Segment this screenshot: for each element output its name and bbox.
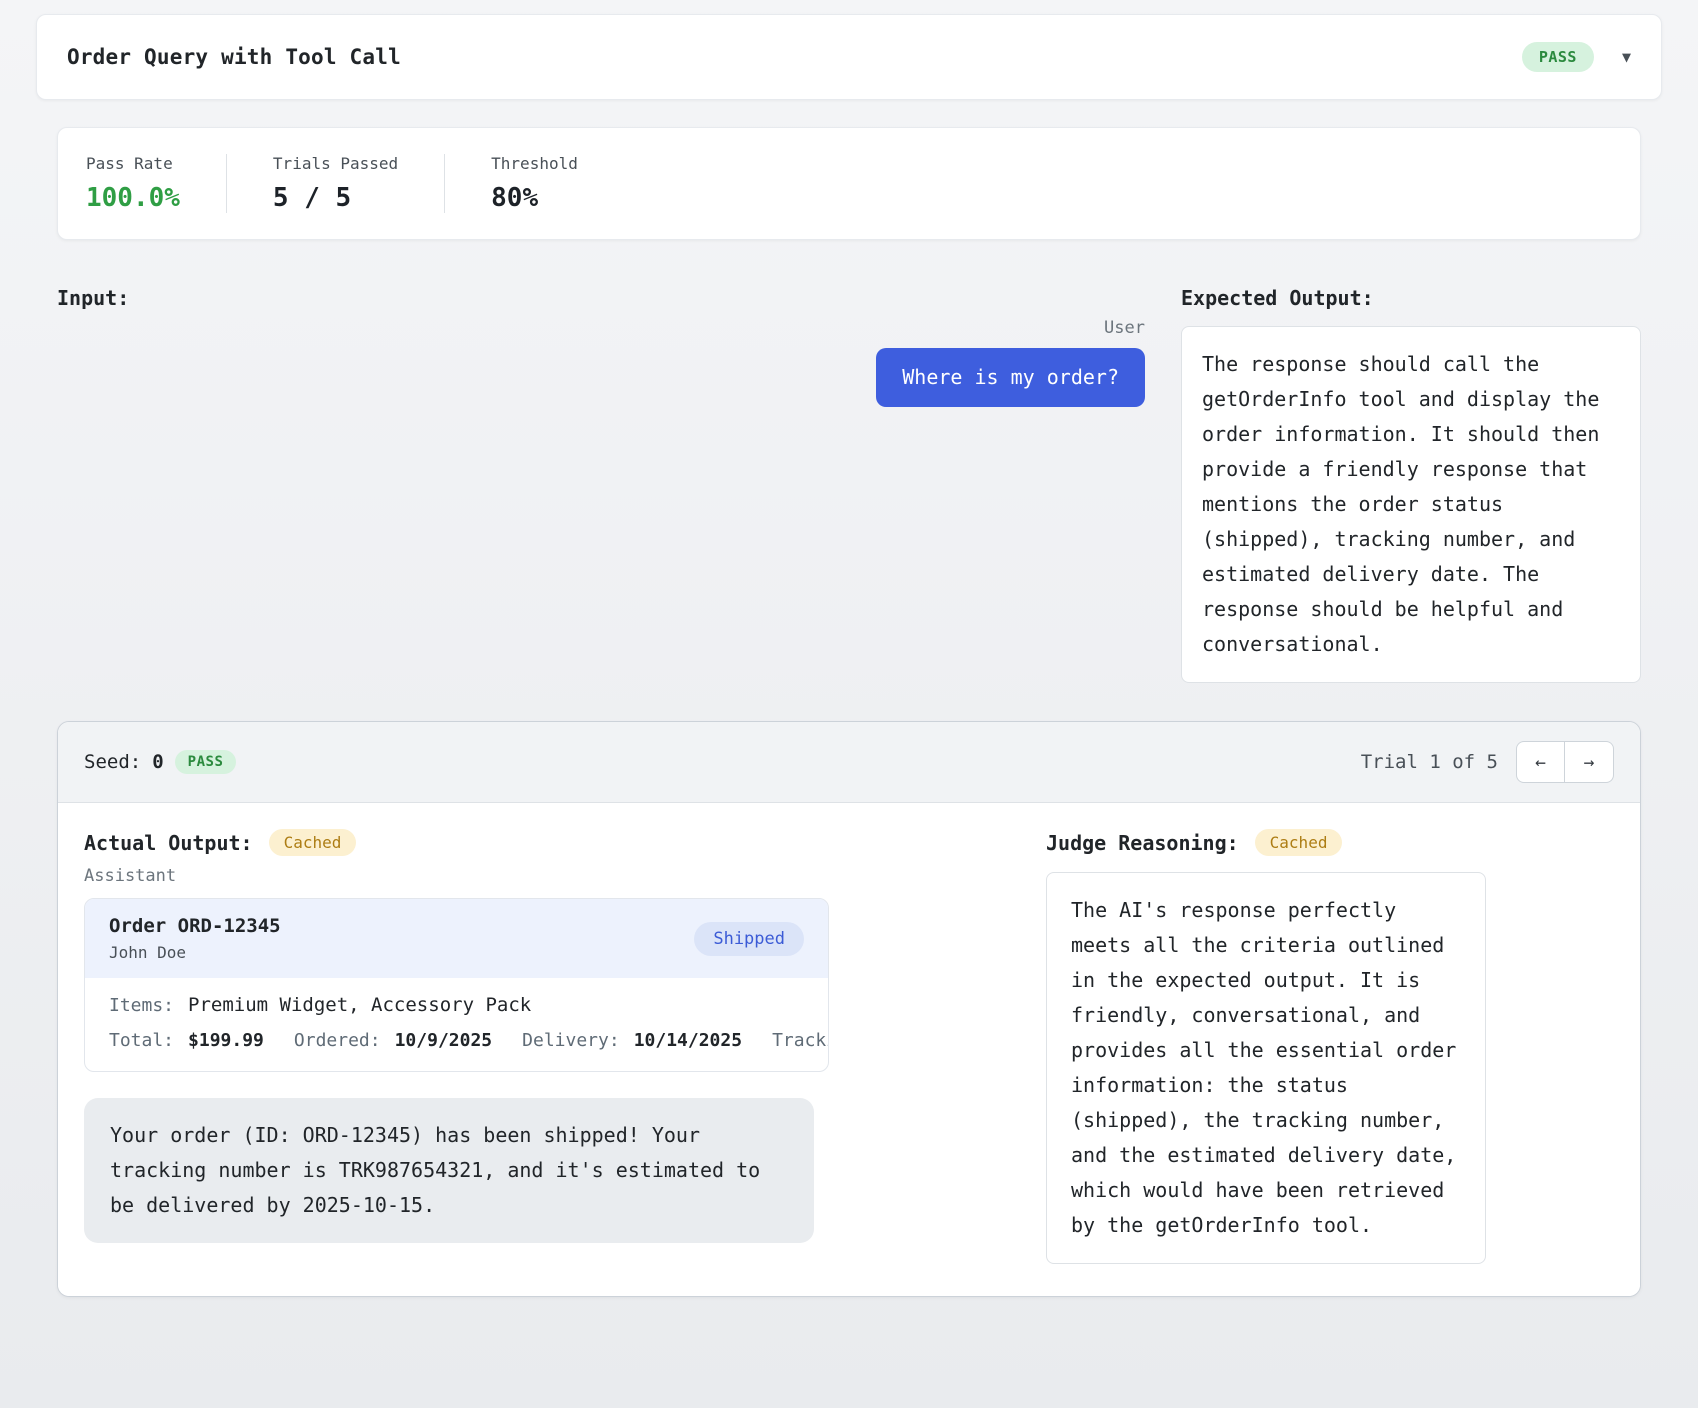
stat-threshold: Threshold 80%	[444, 154, 624, 213]
actual-output-head: Actual Output: Cached	[84, 829, 1006, 856]
stat-value: 80%	[491, 183, 539, 213]
items-value: Premium Widget, Accessory Pack	[188, 994, 532, 1016]
expected-output-heading: Expected Output:	[1181, 286, 1374, 310]
total-label: Total:	[109, 1030, 175, 1051]
stat-label: Pass Rate	[86, 154, 173, 173]
trial-pager-buttons: ← →	[1516, 741, 1614, 783]
test-case-title: Order Query with Tool Call	[67, 45, 401, 69]
seed-label: Seed:	[84, 751, 142, 773]
input-heading: Input:	[57, 286, 130, 310]
stat-label: Threshold	[491, 154, 578, 173]
judge-reasoning-column: Judge Reasoning: Cached The AI's respons…	[1046, 829, 1614, 1264]
stat-label: Trials Passed	[272, 154, 399, 173]
stat-value: 5 / 5	[272, 183, 352, 213]
order-card-body: Items: Premium Widget, Accessory Pack Tot…	[85, 978, 828, 1071]
stats-card: Pass Rate 100.0% Trials Passed 5 / 5 Thr…	[57, 127, 1641, 240]
order-identity: Order ORD-12345 John Doe	[109, 915, 281, 962]
order-customer: John Doe	[109, 943, 187, 962]
seed-value: 0	[152, 751, 164, 773]
items-label: Items:	[109, 995, 175, 1016]
content: Pass Rate 100.0% Trials Passed 5 / 5 Thr…	[36, 127, 1662, 1297]
order-meta-row: Total: $199.99 Ordered: 10/9/2025 Delivery: 1…	[109, 1030, 828, 1051]
ordered-value: 10/9/2025	[394, 1030, 493, 1051]
arrow-right-icon: →	[1583, 751, 1595, 773]
order-title: Order ORD-12345	[109, 915, 281, 937]
stat-pass-rate: Pass Rate 100.0%	[58, 154, 226, 213]
trial-status-badge: PASS	[174, 750, 237, 774]
order-card: Order ORD-12345 John Doe Shipped Items: P…	[84, 898, 829, 1072]
order-items-row: Items: Premium Widget, Accessory Pack	[109, 994, 828, 1016]
tracking-label: Tracking:	[772, 1030, 828, 1051]
trial-card: Seed: 0 PASS Trial 1 of 5 ← → Actual Out…	[57, 721, 1641, 1297]
prev-trial-button[interactable]: ←	[1516, 741, 1565, 783]
page: Order Query with Tool Call PASS ▼ Pass R…	[0, 0, 1698, 1408]
delivery-label: Delivery:	[522, 1030, 620, 1051]
trial-pager-label: Trial 1 of 5	[1360, 751, 1498, 773]
input-column: Input: User Where is my order?	[57, 286, 1145, 407]
stat-value: 100.0%	[86, 183, 180, 213]
trial-body: Actual Output: Cached Assistant Order OR…	[58, 803, 1640, 1296]
test-case-header: Order Query with Tool Call PASS ▼	[36, 14, 1662, 100]
actual-output-column: Actual Output: Cached Assistant Order OR…	[84, 829, 1006, 1243]
user-message-bubble: Where is my order?	[876, 348, 1145, 407]
order-status-badge: Shipped	[694, 921, 804, 956]
expected-output-column: Expected Output: The response should cal…	[1181, 286, 1641, 683]
arrow-left-icon: ←	[1535, 751, 1546, 773]
user-role-label: User	[1104, 318, 1145, 338]
trial-header: Seed: 0 PASS Trial 1 of 5 ← →	[58, 722, 1640, 803]
assistant-role-label: Assistant	[84, 866, 177, 886]
next-trial-button[interactable]: →	[1565, 741, 1614, 783]
judge-reasoning-head: Judge Reasoning: Cached	[1046, 829, 1614, 856]
expected-output-box: The response should call the getOrderInf…	[1181, 326, 1641, 683]
chevron-down-icon[interactable]: ▼	[1622, 48, 1631, 66]
trial-pager: Trial 1 of 5 ← →	[1361, 741, 1614, 783]
total-value: $199.99	[188, 1030, 264, 1051]
order-card-header: Order ORD-12345 John Doe Shipped	[85, 899, 828, 978]
cached-badge: Cached	[268, 829, 357, 856]
judge-reasoning-box: The AI's response perfectly meets all th…	[1046, 872, 1486, 1264]
assistant-message-bubble: Your order (ID: ORD-12345) has been ship…	[84, 1098, 814, 1243]
delivery-value: 10/14/2025	[633, 1030, 743, 1051]
actual-output-heading: Actual Output:	[84, 830, 253, 855]
stat-trials-passed: Trials Passed 5 / 5	[225, 154, 444, 213]
ordered-label: Ordered:	[293, 1030, 381, 1051]
seed-group: Seed: 0 PASS	[84, 750, 237, 774]
header-right: PASS ▼	[1521, 42, 1631, 72]
judge-reasoning-heading: Judge Reasoning:	[1046, 830, 1239, 855]
cached-badge: Cached	[1254, 829, 1343, 856]
input-expected-section: Input: User Where is my order? Expected …	[57, 286, 1641, 683]
status-badge: PASS	[1521, 42, 1594, 72]
